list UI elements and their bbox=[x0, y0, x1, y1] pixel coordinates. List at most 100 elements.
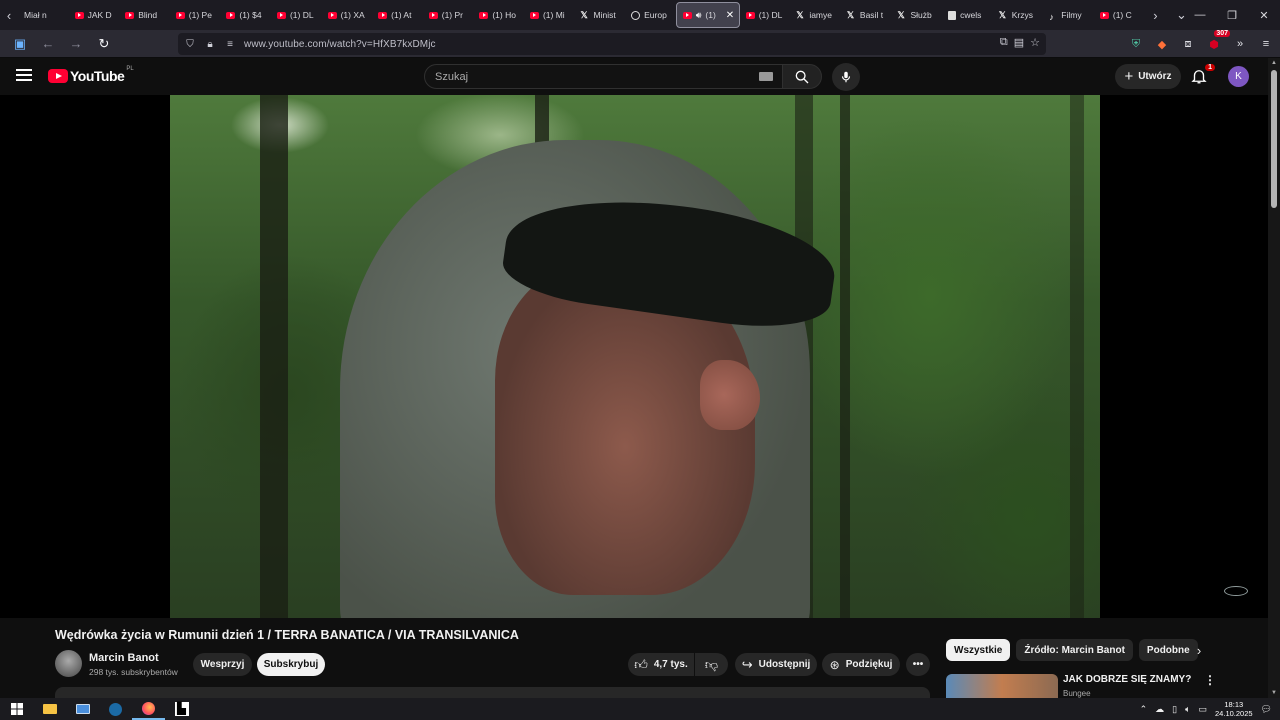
vpn-shield-icon[interactable]: ⛨ bbox=[1128, 36, 1144, 52]
url-text[interactable]: www.youtube.com/watch?v=HfXB7kxDMjc bbox=[244, 39, 436, 50]
youtube-icon bbox=[378, 11, 388, 19]
notifications-button[interactable]: 1 bbox=[1190, 64, 1215, 87]
browser-tab[interactable]: ♪ Filmy bbox=[1043, 2, 1094, 28]
search-button[interactable] bbox=[782, 64, 822, 89]
video-player[interactable] bbox=[0, 95, 1268, 618]
network-icon[interactable]: ▭ bbox=[1199, 704, 1208, 715]
keyboard-icon[interactable] bbox=[759, 72, 773, 81]
tray-chevron-icon[interactable]: ⌃ bbox=[1140, 704, 1148, 715]
notion-icon[interactable]: ▙ bbox=[165, 698, 198, 720]
recommendation-menu-icon[interactable]: ⋮ bbox=[1204, 673, 1216, 687]
youtube-logo-text: YouTube bbox=[70, 68, 125, 84]
browser-tab[interactable]: cwels bbox=[942, 2, 993, 28]
fox-extension-icon[interactable]: ◆ bbox=[1154, 36, 1170, 52]
recommendation-title[interactable]: JAK DOBRZE SIĘ ZNAMY? bbox=[1063, 674, 1191, 685]
video-frame[interactable] bbox=[170, 95, 1100, 618]
tabs-scroll-right-icon[interactable]: › bbox=[1146, 0, 1164, 30]
recommendation-channel[interactable]: Bungee bbox=[1063, 689, 1091, 698]
youtube-icon bbox=[276, 11, 286, 19]
thanks-icon: ⊛ bbox=[829, 657, 840, 672]
channel-avatar[interactable] bbox=[55, 650, 82, 677]
address-bar-actions: ⧉ ▤ ☆ bbox=[1000, 36, 1040, 49]
reload-icon[interactable]: ↻ bbox=[92, 32, 116, 56]
browser-tab[interactable]: (1) DL bbox=[271, 2, 322, 28]
youtube-logo[interactable]: YouTube PL bbox=[48, 66, 134, 84]
volume-icon[interactable]: 🔈︎ bbox=[1185, 704, 1190, 715]
search-input[interactable]: Szukaj bbox=[424, 64, 784, 89]
browser-tab[interactable]: 𝕏 Minist bbox=[575, 2, 626, 28]
restore-icon[interactable]: ❐ bbox=[1216, 0, 1248, 30]
browser-tab[interactable]: (1) DL bbox=[740, 2, 791, 28]
browser-tab[interactable]: 𝕏 Krzys bbox=[993, 2, 1044, 28]
back-icon[interactable]: ← bbox=[36, 32, 60, 56]
channel-watermark-icon[interactable] bbox=[1224, 586, 1248, 596]
steam-icon[interactable] bbox=[99, 698, 132, 720]
browser-tab[interactable]: (1) Ho bbox=[473, 2, 524, 28]
usb-icon[interactable]: ▯ bbox=[1172, 704, 1177, 715]
address-bar[interactable]: ⛉ 🔒︎ ≡ www.youtube.com/watch?v=HfXB7kxDM… bbox=[178, 33, 1046, 55]
extensions-puzzle-icon[interactable]: ⧈ bbox=[1180, 36, 1196, 52]
browser-tab[interactable]: (1) $4 bbox=[220, 2, 271, 28]
sidebar-toggle-icon[interactable]: ▣ bbox=[8, 32, 32, 56]
channel-name[interactable]: Marcin Banot bbox=[89, 652, 159, 664]
page-scrollbar[interactable]: ▲ ▼ bbox=[1268, 58, 1280, 698]
browser-tab-active[interactable]: 🔊︎ (1) ✕ bbox=[675, 2, 740, 28]
adblock-icon[interactable]: ⬢ 307 bbox=[1206, 30, 1230, 52]
create-button[interactable]: + Utwórz bbox=[1115, 64, 1181, 89]
overflow-chevron-icon[interactable]: » bbox=[1232, 36, 1248, 52]
browser-tab[interactable]: Blind bbox=[119, 2, 170, 28]
start-windows-icon[interactable] bbox=[0, 698, 33, 720]
browser-tab[interactable]: Europ bbox=[625, 2, 676, 28]
onedrive-cloud-icon[interactable]: ☁ bbox=[1155, 704, 1164, 715]
create-label: Utwórz bbox=[1138, 71, 1172, 82]
browser-tab[interactable]: Miał n bbox=[18, 2, 69, 28]
browser-tab[interactable]: (1) Pr bbox=[423, 2, 474, 28]
browser-tab[interactable]: 𝕏 Basil t bbox=[841, 2, 892, 28]
recommendation-thumbnail[interactable] bbox=[946, 674, 1058, 698]
remote-desktop-icon[interactable] bbox=[66, 698, 99, 720]
close-window-icon[interactable]: ✕ bbox=[1248, 0, 1280, 30]
like-button[interactable]: 👍︎ 4,7 tys. bbox=[628, 653, 694, 676]
scroll-up-icon[interactable]: ▲ bbox=[1271, 60, 1277, 66]
filter-chip[interactable]: Wszystkie bbox=[946, 639, 1011, 661]
subscribe-button[interactable]: Subskrybuj bbox=[257, 653, 325, 676]
thanks-button[interactable]: ⊛ Podziękuj bbox=[822, 653, 900, 676]
browser-tab[interactable]: 𝕏iamye bbox=[790, 2, 841, 28]
bookmark-star-icon[interactable]: ☆ bbox=[1030, 36, 1040, 49]
reader-view-icon[interactable]: ▤ bbox=[1014, 36, 1024, 49]
filter-chip[interactable]: Źródło: Marcin Banot bbox=[1016, 639, 1133, 661]
browser-tab[interactable]: (1) Mi bbox=[524, 2, 575, 28]
support-button[interactable]: Wesprzyj bbox=[193, 653, 252, 676]
picture-in-picture-icon[interactable]: ⧉ bbox=[1000, 36, 1008, 49]
file-explorer-icon[interactable] bbox=[33, 698, 66, 720]
firefox-icon[interactable] bbox=[132, 698, 165, 720]
menu-hamburger-icon[interactable] bbox=[16, 69, 32, 81]
tab-close-icon[interactable]: ✕ bbox=[726, 10, 734, 21]
account-avatar[interactable]: K bbox=[1228, 66, 1249, 87]
browser-tab[interactable]: (1) C bbox=[1094, 2, 1145, 28]
filter-chip[interactable]: Podobne bbox=[1138, 639, 1198, 661]
shield-icon[interactable]: ⛉ bbox=[182, 39, 198, 50]
clock[interactable]: 18:13 24.10.2025 bbox=[1215, 700, 1253, 718]
share-button[interactable]: ↪ Udostępnij bbox=[735, 653, 817, 676]
browser-tab[interactable]: (1) At bbox=[372, 2, 423, 28]
lock-icon[interactable]: 🔒︎ bbox=[202, 39, 218, 50]
more-actions-button[interactable]: ••• bbox=[906, 653, 930, 676]
scrollbar-thumb[interactable] bbox=[1271, 70, 1277, 208]
browser-tab[interactable]: (1) XA bbox=[322, 2, 373, 28]
chips-next-icon[interactable]: › bbox=[1190, 641, 1208, 659]
browser-tab[interactable]: JAK D bbox=[69, 2, 120, 28]
browser-tab[interactable]: 𝕏 Służb bbox=[892, 2, 943, 28]
tabs-scroll-left-icon[interactable]: ‹ bbox=[0, 0, 18, 30]
voice-search-button[interactable] bbox=[832, 63, 860, 91]
window-controls: — ❐ ✕ bbox=[1184, 0, 1280, 30]
forward-icon[interactable]: → bbox=[64, 32, 88, 56]
tab-audio-icon[interactable]: 🔊︎ bbox=[696, 10, 702, 21]
app-menu-icon[interactable]: ≡ bbox=[1258, 36, 1274, 52]
browser-tab[interactable]: (1) Pe bbox=[170, 2, 221, 28]
minimize-icon[interactable]: — bbox=[1184, 0, 1216, 30]
scroll-down-icon[interactable]: ▼ bbox=[1271, 690, 1277, 696]
dislike-button[interactable]: 👎︎ bbox=[695, 653, 728, 676]
notifications-center-icon[interactable]: 💬︎ bbox=[1261, 704, 1272, 715]
permissions-icon[interactable]: ≡ bbox=[222, 39, 238, 50]
